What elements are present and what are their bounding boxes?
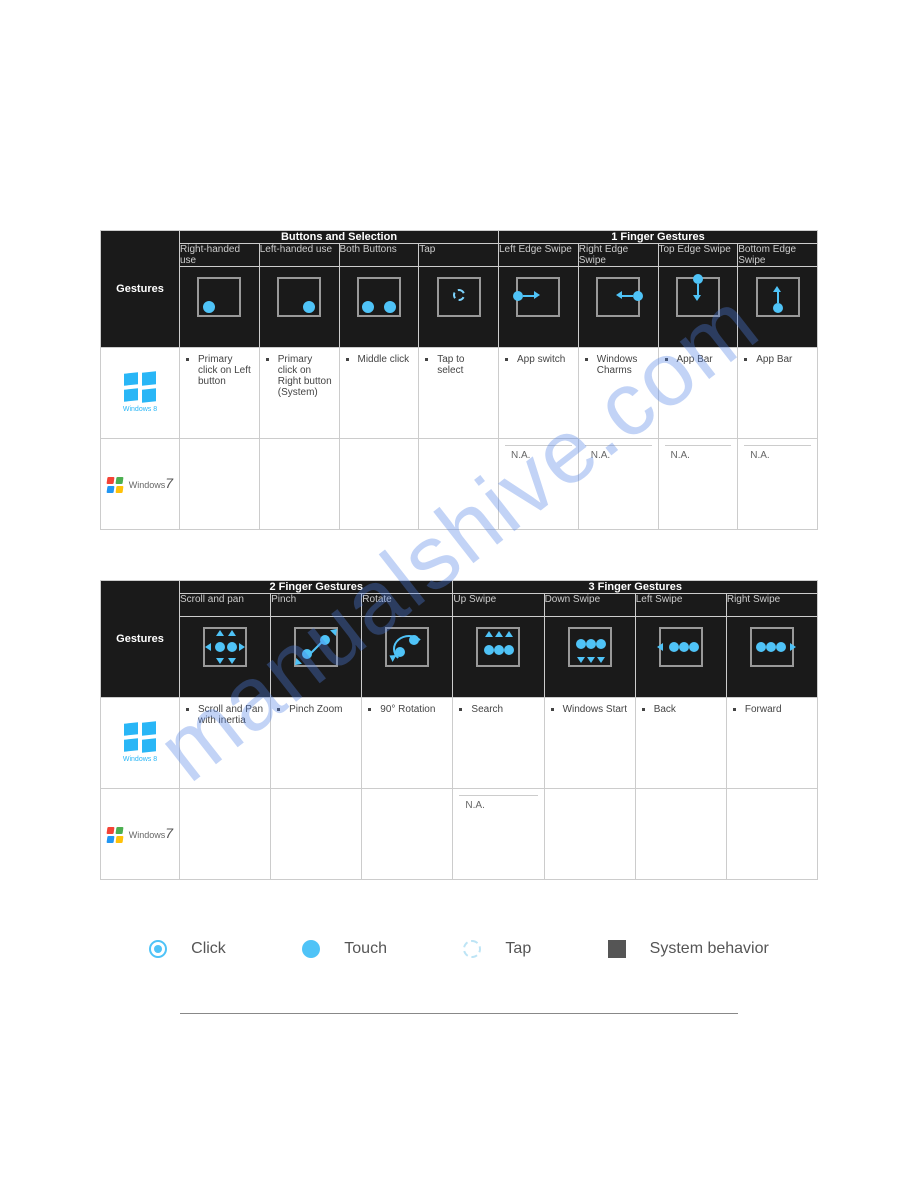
behavior-cell [544,789,635,880]
os-windows8-cell: Windows 8 [101,698,180,789]
behavior-cell [635,789,726,880]
behavior-cell: Primary click on Left button [180,348,260,439]
windows7-logo-icon: Windows7 [107,825,173,842]
click-icon [149,940,167,958]
column-header: Left Swipe [635,594,726,617]
gesture-icon-down-swipe [544,617,635,698]
group-header: 2 Finger Gestures [180,581,453,594]
gesture-icon-right-edge-swipe [578,267,658,348]
behavior-cell: 90° Rotation [362,698,453,789]
tap-icon [463,940,481,958]
touch-icon [302,940,320,958]
behavior-cell: Search [453,698,544,789]
column-header: Right-handed use [180,244,260,267]
os-windows7-cell: Windows7 [101,789,180,880]
gesture-icon-scroll-pan [180,617,271,698]
windows8-logo-icon [124,723,156,751]
os-label: Windows 8 [105,756,175,763]
column-header: Right Edge Swipe [578,244,658,267]
behavior-cell [271,789,362,880]
gesture-icon-up-swipe [453,617,544,698]
gestures-row-label: Gestures [101,231,180,348]
behavior-cell [362,789,453,880]
behavior-cell: Windows Charms [578,348,658,439]
column-header: Scroll and pan [180,594,271,617]
behavior-cell [726,789,817,880]
behavior-cell: Windows Start [544,698,635,789]
behavior-cell [339,439,419,530]
behavior-cell [180,439,260,530]
behavior-cell [180,789,271,880]
gesture-icon-left-swipe [635,617,726,698]
windows7-logo-icon: Windows7 [107,475,173,492]
behavior-cell: Pinch Zoom [271,698,362,789]
os-windows8-cell: Windows 8 [101,348,180,439]
behavior-cell: Middle click [339,348,419,439]
behavior-cell: N.A. [578,439,658,530]
behavior-cell: N.A. [499,439,579,530]
column-header: Left Edge Swipe [499,244,579,267]
legend-click: Click [131,940,244,958]
gesture-icon-right-swipe [726,617,817,698]
column-header: Down Swipe [544,594,635,617]
gesture-table-1: Gestures Buttons and Selection 1 Finger … [100,230,818,530]
legend-row: Click Touch Tap System behavior [100,930,818,993]
gesture-icon-rotate [362,617,453,698]
gesture-table-2: Gestures 2 Finger Gestures 3 Finger Gest… [100,580,818,880]
legend-tap: Tap [445,940,549,958]
gesture-icon-tap [419,267,499,348]
column-header: Both Buttons [339,244,419,267]
column-header: Rotate [362,594,453,617]
behavior-cell: App Bar [738,348,818,439]
gesture-icon-pinch [271,617,362,698]
os-label: Windows 8 [105,406,175,413]
column-header: Left-handed use [259,244,339,267]
column-header: Right Swipe [726,594,817,617]
os-windows7-cell: Windows7 [101,439,180,530]
behavior-cell: N.A. [453,789,544,880]
gesture-icon-both-buttons [339,267,419,348]
behavior-cell: Back [635,698,726,789]
behavior-cell: N.A. [738,439,818,530]
column-header: Up Swipe [453,594,544,617]
group-header: 1 Finger Gestures [499,231,818,244]
gesture-icon-top-edge-swipe [658,267,738,348]
column-header: Pinch [271,594,362,617]
legend-system: System behavior [590,940,787,958]
gesture-icon-left-handed [259,267,339,348]
gesture-icon-left-edge-swipe [499,267,579,348]
gesture-icon-right-handed [180,267,260,348]
behavior-cell: Scroll and Pan with inertia [180,698,271,789]
gesture-icon-bottom-edge-swipe [738,267,818,348]
footer-divider [180,1013,738,1014]
system-bullet-icon [608,940,626,958]
behavior-cell: Tap to select [419,348,499,439]
behavior-cell: Forward [726,698,817,789]
behavior-cell [259,439,339,530]
behavior-cell: App switch [499,348,579,439]
legend-touch: Touch [284,940,405,958]
windows8-logo-icon [124,373,156,401]
column-header: Tap [419,244,499,267]
behavior-cell: App Bar [658,348,738,439]
behavior-cell: N.A. [658,439,738,530]
behavior-cell [419,439,499,530]
column-header: Top Edge Swipe [658,244,738,267]
column-header: Bottom Edge Swipe [738,244,818,267]
gestures-row-label: Gestures [101,581,180,698]
behavior-cell: Primary click on Right button (System) [259,348,339,439]
group-header: 3 Finger Gestures [453,581,818,594]
group-header: Buttons and Selection [180,231,499,244]
